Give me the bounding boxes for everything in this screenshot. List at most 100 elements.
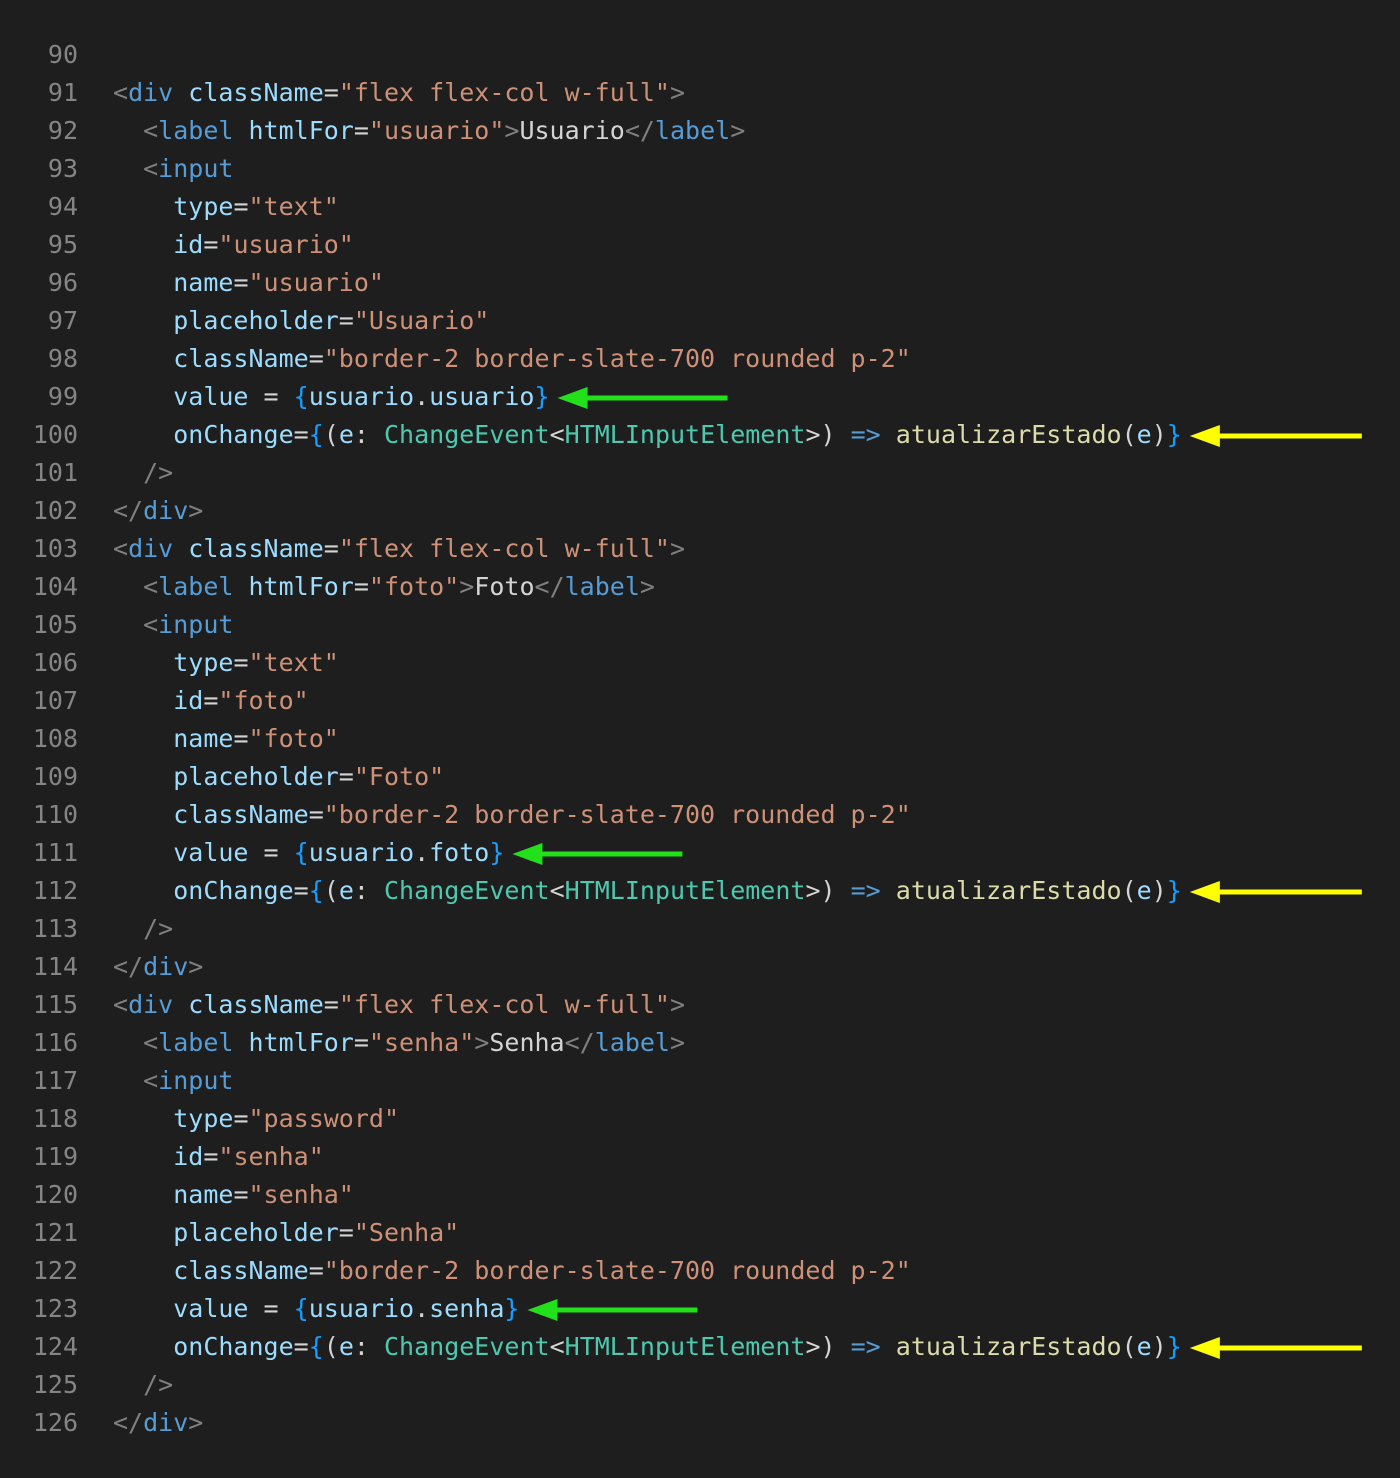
- code-line[interactable]: 112 onChange={(e: ChangeEvent<HTMLInputE…: [0, 872, 1400, 910]
- code-token: .: [414, 838, 430, 867]
- code-token: type: [173, 1104, 234, 1133]
- code-token: "password": [248, 1104, 400, 1133]
- code-line[interactable]: 120 name="senha": [0, 1176, 1400, 1214]
- code-line[interactable]: 114 </div>: [0, 948, 1400, 986]
- code-line[interactable]: 121 placeholder="Senha": [0, 1214, 1400, 1252]
- code-line[interactable]: 104 <label htmlFor="foto">Foto</label>: [0, 568, 1400, 606]
- line-number: 122: [32, 1256, 78, 1285]
- code-line[interactable]: 91 <div className="flex flex-col w-full">: [0, 74, 1400, 112]
- code-line[interactable]: 124 onChange={(e: ChangeEvent<HTMLInputE…: [0, 1328, 1400, 1366]
- code-text: type="text": [113, 188, 339, 226]
- code-token: }: [1166, 420, 1182, 449]
- code-token: <: [143, 572, 159, 601]
- code-line[interactable]: 92 <label htmlFor="usuario">Usuario</lab…: [0, 112, 1400, 150]
- code-token: =: [293, 420, 309, 449]
- code-token: (: [323, 1332, 339, 1361]
- code-line[interactable]: 99 value = {usuario.usuario}: [0, 378, 1400, 416]
- code-text: </div>: [113, 1404, 203, 1442]
- code-line[interactable]: 102 </div>: [0, 492, 1400, 530]
- code-line[interactable]: 96 name="usuario": [0, 264, 1400, 302]
- line-number: 101: [32, 458, 78, 487]
- code-line[interactable]: 105 <input: [0, 606, 1400, 644]
- code-token: id: [173, 1142, 204, 1171]
- code-line[interactable]: 108 name="foto": [0, 720, 1400, 758]
- code-token: =>: [850, 420, 881, 449]
- code-token: "senha": [248, 1180, 354, 1209]
- code-token: =: [233, 648, 249, 677]
- code-line[interactable]: 98 className="border-2 border-slate-700 …: [0, 340, 1400, 378]
- code-line[interactable]: 117 <input: [0, 1062, 1400, 1100]
- code-token: ChangeEvent: [384, 876, 550, 905]
- code-line[interactable]: 106 type="text": [0, 644, 1400, 682]
- code-token: input: [158, 154, 234, 183]
- code-token: "usuario": [218, 230, 354, 259]
- code-line[interactable]: 119 id="senha": [0, 1138, 1400, 1176]
- code-text: name="foto": [113, 720, 339, 758]
- code-line[interactable]: 122 className="border-2 border-slate-700…: [0, 1252, 1400, 1290]
- code-text: type="text": [113, 644, 339, 682]
- code-token: "Foto": [353, 762, 445, 791]
- line-number: 119: [32, 1142, 78, 1171]
- code-token: e: [1136, 1332, 1152, 1361]
- code-token: "text": [248, 648, 339, 677]
- code-token: HTMLInputElement: [564, 1332, 806, 1361]
- code-editor[interactable]: 90 91 <div className="flex flex-col w-full…: [0, 36, 1400, 1442]
- code-line[interactable]: 110 className="border-2 border-slate-700…: [0, 796, 1400, 834]
- line-number: 98: [47, 344, 78, 373]
- code-line[interactable]: 123 value = {usuario.senha}: [0, 1290, 1400, 1328]
- code-token: </: [564, 1028, 595, 1057]
- code-line[interactable]: 126 </div>: [0, 1404, 1400, 1442]
- code-line[interactable]: 116 <label htmlFor="senha">Senha</label>: [0, 1024, 1400, 1062]
- code-text: placeholder="Usuario": [113, 302, 489, 340]
- code-text: <input: [113, 150, 233, 188]
- code-line[interactable]: 125 />: [0, 1366, 1400, 1404]
- line-number: 109: [32, 762, 78, 791]
- code-line[interactable]: 115 <div className="flex flex-col w-full"…: [0, 986, 1400, 1024]
- code-token: >: [188, 952, 204, 981]
- code-text: <div className="flex flex-col w-full">: [113, 986, 685, 1024]
- code-token: =: [353, 116, 369, 145]
- code-token: div: [143, 1408, 189, 1437]
- code-token: :: [353, 420, 384, 449]
- code-line[interactable]: 103 <div className="flex flex-col w-full"…: [0, 530, 1400, 568]
- line-number: 123: [32, 1294, 78, 1323]
- code-text: className="border-2 border-slate-700 rou…: [113, 340, 911, 378]
- code-line[interactable]: 93 <input: [0, 150, 1400, 188]
- code-line[interactable]: 113 />: [0, 910, 1400, 948]
- code-token: =: [248, 1294, 294, 1323]
- code-token: "Senha": [353, 1218, 460, 1247]
- code-token: (: [1121, 420, 1137, 449]
- code-text: />: [113, 454, 173, 492]
- code-line[interactable]: 95 id="usuario": [0, 226, 1400, 264]
- code-token: onChange: [173, 876, 294, 905]
- code-token: input: [158, 610, 234, 639]
- code-line[interactable]: 107 id="foto": [0, 682, 1400, 720]
- code-line[interactable]: 94 type="text": [0, 188, 1400, 226]
- code-line[interactable]: 101 />: [0, 454, 1400, 492]
- code-text: </div>: [113, 948, 203, 986]
- code-line[interactable]: 118 type="password": [0, 1100, 1400, 1138]
- code-token: "foto": [368, 572, 460, 601]
- code-line[interactable]: 100 onChange={(e: ChangeEvent<HTMLInputE…: [0, 416, 1400, 454]
- code-token: {: [308, 876, 324, 905]
- line-number: 121: [32, 1218, 78, 1247]
- code-line[interactable]: 109 placeholder="Foto": [0, 758, 1400, 796]
- code-token: =: [338, 1218, 354, 1247]
- code-line[interactable]: 97 placeholder="Usuario": [0, 302, 1400, 340]
- code-text: <label htmlFor="senha">Senha</label>: [113, 1024, 685, 1062]
- code-text: id="foto": [113, 682, 308, 720]
- line-number: 110: [32, 800, 78, 829]
- line-number: 106: [32, 648, 78, 677]
- code-line[interactable]: 111 value = {usuario.foto}: [0, 834, 1400, 872]
- code-line[interactable]: 90: [0, 36, 1400, 74]
